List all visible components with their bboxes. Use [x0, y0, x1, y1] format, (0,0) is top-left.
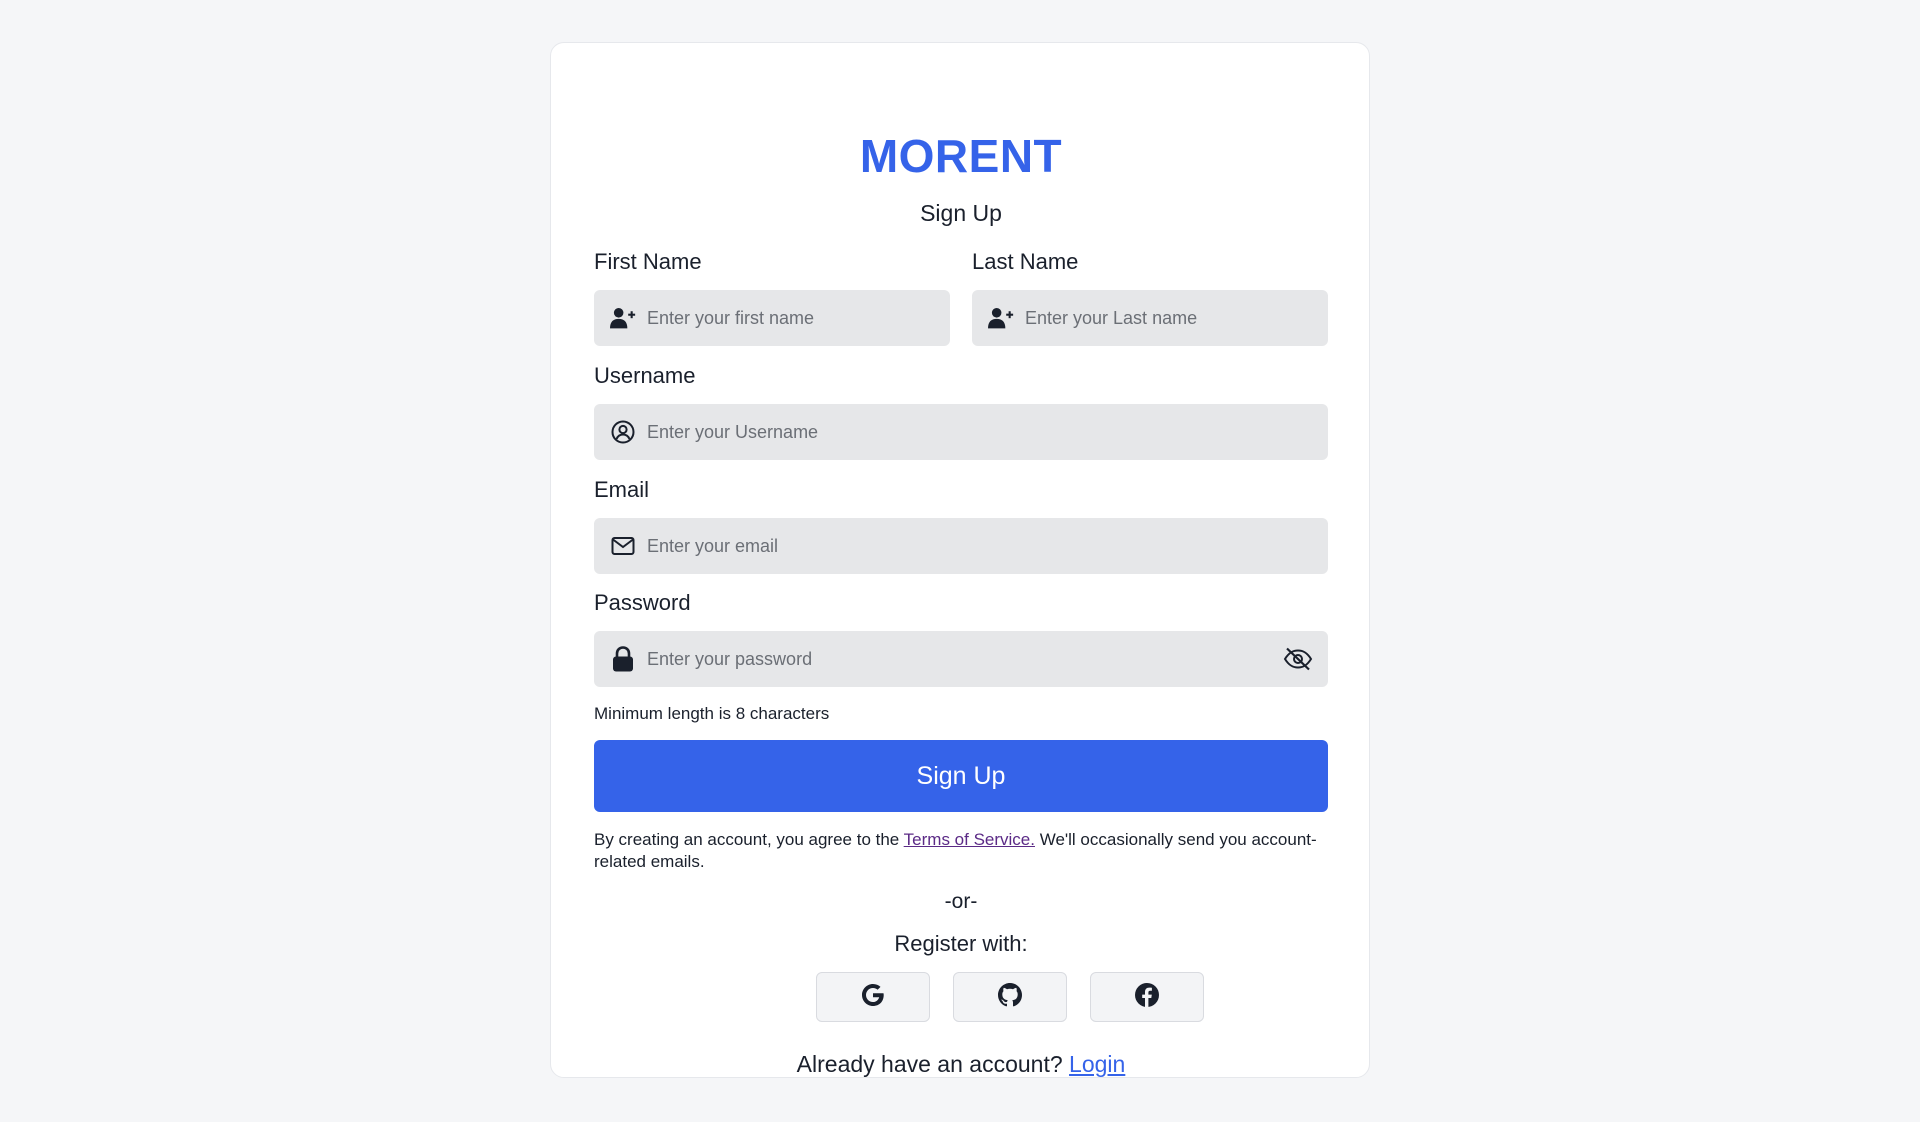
email-input[interactable] [647, 518, 1307, 574]
eye-slash-icon[interactable] [1282, 644, 1314, 674]
brand-logo: MORENT [859, 130, 1063, 182]
facebook-button[interactable] [1090, 972, 1204, 1022]
user-plus-icon [610, 305, 636, 331]
login-prompt-text: Already have an account? [796, 1051, 1070, 1077]
login-link[interactable]: Login [1069, 1051, 1125, 1077]
terms-prefix: By creating an account, you agree to the [594, 830, 904, 849]
password-label: Password [594, 590, 691, 615]
github-button[interactable] [953, 972, 1067, 1022]
password-hint: Minimum length is 8 characters [594, 704, 830, 723]
or-divider: -or- [944, 890, 978, 913]
user-circle-icon [610, 419, 636, 445]
username-input[interactable] [647, 404, 1307, 460]
username-field[interactable] [594, 404, 1328, 460]
form-title: Sign Up [920, 200, 1002, 226]
github-icon [996, 981, 1024, 1014]
last-name-input[interactable] [1025, 290, 1315, 346]
login-prompt: Already have an account? Login [594, 1051, 1328, 1078]
last-name-label: Last Name [972, 249, 1079, 274]
user-plus-icon [988, 305, 1014, 331]
password-field[interactable] [594, 631, 1328, 687]
last-name-field[interactable] [972, 290, 1328, 346]
sign-up-button[interactable]: Sign Up [594, 740, 1328, 812]
terms-of-service-link[interactable]: Terms of Service. [904, 830, 1035, 849]
lock-icon [610, 646, 636, 672]
signup-card: MORENT Sign Up First Name Last Name [550, 42, 1370, 1078]
envelope-icon [610, 533, 636, 559]
facebook-icon [1133, 981, 1161, 1014]
email-field[interactable] [594, 518, 1328, 574]
register-with-label: Register with: [894, 931, 1028, 956]
password-input[interactable] [647, 631, 1247, 687]
first-name-input[interactable] [647, 290, 937, 346]
terms-text: By creating an account, you agree to the… [594, 829, 1328, 873]
first-name-field[interactable] [594, 290, 950, 346]
google-button[interactable] [816, 972, 930, 1022]
username-label: Username [594, 363, 696, 388]
email-label: Email [594, 477, 650, 502]
first-name-label: First Name [594, 249, 702, 274]
google-icon [859, 981, 887, 1014]
